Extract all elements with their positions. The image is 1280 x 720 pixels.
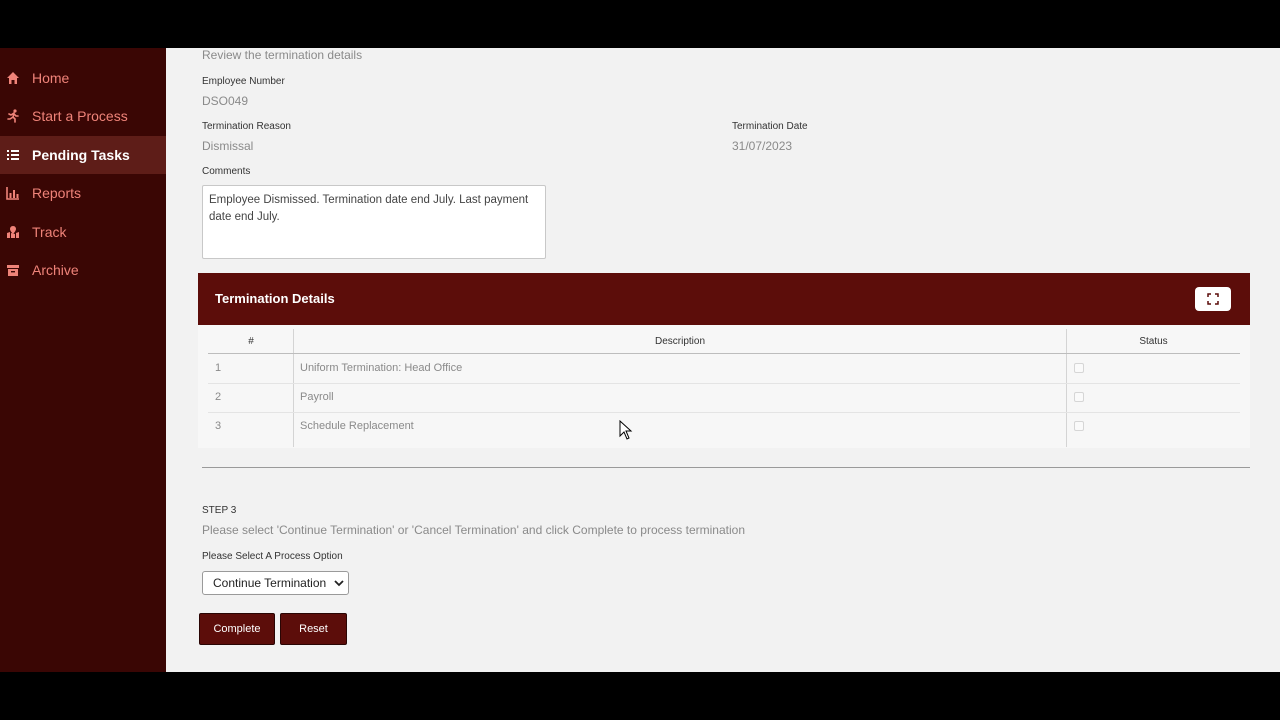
- map-icon: [7, 226, 19, 238]
- comments-textarea[interactable]: Employee Dismissed. Termination date end…: [202, 185, 546, 259]
- process-option-label: Please Select A Process Option: [202, 551, 343, 562]
- sidebar-item-start-process[interactable]: Start a Process: [0, 97, 166, 135]
- comments-label: Comments: [202, 166, 251, 177]
- column-header-status: Status: [1139, 336, 1168, 347]
- termination-reason-label: Termination Reason: [202, 121, 291, 132]
- panel-title: Termination Details: [215, 291, 335, 306]
- sidebar-item-archive[interactable]: Archive: [0, 251, 166, 289]
- home-icon: [7, 72, 19, 84]
- mouse-cursor-icon: [619, 420, 633, 440]
- complete-button[interactable]: Complete: [199, 613, 275, 645]
- main-content: Review the termination details Employee …: [166, 48, 1280, 672]
- sidebar-item-pending-tasks[interactable]: Pending Tasks: [0, 136, 166, 174]
- termination-date-label: Termination Date: [732, 121, 808, 132]
- running-icon: [7, 109, 19, 123]
- column-header-number: #: [248, 336, 254, 347]
- row-number: 2: [215, 391, 222, 403]
- app-window: Home Start a Process Pending Tasks Repor…: [0, 48, 1280, 672]
- termination-details-panel: Termination Details # Description Status…: [198, 273, 1250, 448]
- column-header-description: Description: [654, 336, 706, 347]
- list-icon: [7, 150, 19, 160]
- row-description: Uniform Termination: Head Office: [300, 362, 463, 374]
- employee-number-label: Employee Number: [202, 76, 285, 87]
- process-option-select[interactable]: Continue Termination: [202, 571, 349, 595]
- status-checkbox[interactable]: [1074, 392, 1084, 402]
- chevron-down-icon: [334, 580, 344, 587]
- sidebar-item-home[interactable]: Home: [0, 59, 166, 97]
- row-description: Schedule Replacement: [300, 420, 414, 432]
- step-title: STEP 3: [202, 505, 237, 516]
- sidebar-item-label: Start a Process: [32, 108, 128, 124]
- status-checkbox[interactable]: [1074, 421, 1084, 431]
- sidebar-item-label: Archive: [32, 262, 79, 278]
- table-row: 1 Uniform Termination: Head Office: [208, 354, 1240, 384]
- sidebar: Home Start a Process Pending Tasks Repor…: [0, 48, 166, 672]
- expand-icon: [1207, 293, 1219, 305]
- reset-button[interactable]: Reset: [280, 613, 347, 645]
- review-intro: Review the termination details: [202, 48, 363, 62]
- section-divider: [202, 467, 1250, 468]
- expand-button[interactable]: [1195, 287, 1231, 311]
- row-number: 1: [215, 362, 222, 374]
- sidebar-item-label: Reports: [32, 185, 82, 201]
- status-checkbox[interactable]: [1074, 363, 1084, 373]
- row-description: Payroll: [300, 391, 334, 403]
- bar-chart-icon: [6, 187, 19, 200]
- panel-header: Termination Details: [198, 273, 1250, 325]
- table-row: 3 Schedule Replacement: [208, 412, 1240, 441]
- row-number: 3: [215, 420, 222, 432]
- sidebar-item-label: Home: [32, 70, 70, 86]
- termination-reason-value: Dismissal: [202, 139, 254, 153]
- sidebar-item-reports[interactable]: Reports: [0, 174, 166, 212]
- termination-date-value: 31/07/2023: [732, 139, 793, 153]
- sidebar-item-label: Pending Tasks: [32, 147, 130, 163]
- employee-number-value: DSO049: [202, 94, 249, 108]
- sidebar-item-track[interactable]: Track: [0, 213, 166, 251]
- sidebar-item-label: Track: [32, 224, 67, 240]
- table-row: 2 Payroll: [208, 383, 1240, 413]
- selected-option: Continue Termination: [213, 576, 327, 590]
- step-instruction: Please select 'Continue Termination' or …: [202, 523, 745, 537]
- archive-icon: [7, 265, 19, 276]
